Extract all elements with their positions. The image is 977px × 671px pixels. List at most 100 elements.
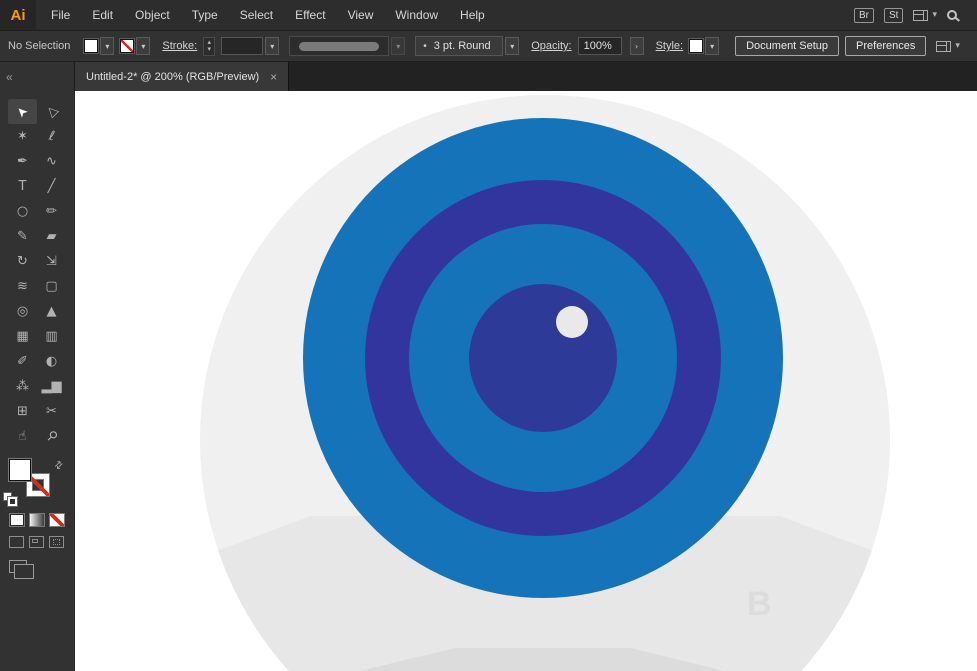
draw-behind-button[interactable] [29,536,44,548]
mesh-tool[interactable]: ▦ [8,324,37,349]
color-type-row [0,509,74,527]
chevron-down-icon: ▾ [100,37,115,55]
swap-fill-stroke-icon[interactable]: ⇄ [52,459,66,473]
free-transform-tool[interactable]: ▢ [37,274,66,299]
eyedropper-tool[interactable]: ✐ [8,349,37,374]
direct-selection-tool[interactable]: ▷ [37,99,66,124]
gradient-icon: ▥ [45,329,58,344]
style-dropdown[interactable]: ▾ [689,37,720,55]
draw-mode-row [0,527,74,548]
pen-tool[interactable]: ✒ [8,149,37,174]
gradient-button[interactable] [29,513,45,527]
lens-highlight-dot[interactable] [556,306,588,338]
gradient-tool[interactable]: ▥ [37,324,66,349]
type-icon: T [18,179,27,194]
chevron-down-icon: ▾ [391,37,406,55]
watermark-text: B [747,585,772,623]
hand-tool[interactable]: ☝ [8,424,37,449]
zoom-tool[interactable]: ⚲ [37,424,66,449]
perspective-grid-icon: ▲ [46,304,57,319]
chevron-down-icon: ▾ [932,10,937,20]
arrange-documents-button[interactable]: ▾ [936,40,960,52]
rotate-tool[interactable]: ↻ [8,249,37,274]
menu-edit[interactable]: Edit [81,0,124,30]
stock-search-icon[interactable] [947,10,957,20]
pencil-icon: ✎ [17,229,28,244]
draw-inside-button[interactable] [49,536,64,548]
symbol-sprayer-icon: ⁂ [16,379,29,394]
stroke-weight-stepper[interactable]: ▴ ▾ [203,36,216,56]
opacity-label[interactable]: Opacity: [531,40,571,52]
chevron-down-icon: ▾ [705,37,720,55]
paintbrush-tool[interactable]: ✏ [37,199,66,224]
stroke-profile-dropdown[interactable]: • 3 pt. Round ▾ [415,36,520,56]
pencil-tool[interactable]: ✎ [8,224,37,249]
shape-builder-tool[interactable]: ◎ [8,299,37,324]
none-button[interactable] [49,513,65,527]
menu-object[interactable]: Object [124,0,181,30]
stroke-weight-label[interactable]: Stroke: [162,40,197,52]
stroke-weight-combo[interactable]: ▾ [221,37,280,55]
chevron-down-icon: ▾ [955,41,960,51]
bridge-button[interactable]: Br [854,7,875,23]
curvature-tool[interactable]: ∿ [37,149,66,174]
selection-cursor-icon: ➤ [13,102,32,121]
menu-type[interactable]: Type [181,0,229,30]
fill-stroke-indicator: ⇄ [0,459,74,509]
artboard-tool[interactable]: ⊞ [8,399,37,424]
collapse-panel-icon[interactable]: « [6,70,13,84]
opacity-input[interactable]: 100% [577,37,622,55]
paintbrush-icon: ✏ [46,204,57,219]
workspace-switcher[interactable]: ▾ [913,9,937,21]
scale-icon: ⇲ [46,254,57,269]
pen-nib-icon: ✒ [17,154,28,169]
document-tab[interactable]: Untitled-2* @ 200% (RGB/Preview) × [75,62,290,91]
type-tool[interactable]: T [8,174,37,199]
stroke-color-dropdown[interactable]: ▾ [120,37,151,55]
eraser-tool[interactable]: ▰ [37,224,66,249]
width-tool[interactable]: ≋ [8,274,37,299]
stock-button[interactable]: St [884,7,904,23]
style-swatch [689,39,704,53]
preferences-button[interactable]: Preferences [845,36,927,56]
direct-selection-cursor-icon: ▷ [42,102,61,121]
slice-tool[interactable]: ✂ [37,399,66,424]
menu-help[interactable]: Help [449,0,496,30]
color-button[interactable] [9,513,25,527]
opacity-options-button[interactable]: › [629,37,644,55]
draw-normal-button[interactable] [9,536,24,548]
symbol-sprayer-tool[interactable]: ⁂ [8,374,37,399]
menu-window[interactable]: Window [384,0,449,30]
line-segment-tool[interactable]: ╱ [37,174,66,199]
menu-select[interactable]: Select [229,0,284,30]
close-tab-icon[interactable]: × [270,70,277,84]
artboard-icon: ⊞ [17,404,28,419]
arrange-documents-icon [936,40,952,52]
tool-list: ➤ ▷ ✶ ℓ ✒ ∿ T ╱ ○ ✏ ✎ ▰ ↻ ⇲ ≋ ▢ ◎ ▲ ▦ ▥ ✐ ◐ ⁂ ▂▆ ⊞ ✂ ☝ ⚲ [0,91,74,449]
document-tab-title: Untitled-2* @ 200% (RGB/Preview) [86,70,260,83]
magic-wand-tool[interactable]: ✶ [8,124,37,149]
fill-indicator[interactable] [9,459,31,481]
ellipse-tool[interactable]: ○ [8,199,37,224]
chevron-down-icon: ▾ [265,37,280,55]
selection-status: No Selection [8,40,71,52]
column-graph-tool[interactable]: ▂▆ [37,374,66,399]
brush-definition-dropdown[interactable]: ▾ [289,36,406,56]
fill-color-dropdown[interactable]: ▾ [84,37,115,55]
chevron-down-icon: ▾ [505,37,520,55]
tools-panel: ➤ ▷ ✶ ℓ ✒ ∿ T ╱ ○ ✏ ✎ ▰ ↻ ⇲ ≋ ▢ ◎ ▲ ▦ ▥ ✐ ◐ ⁂ ▂▆ ⊞ ✂ ☝ ⚲ ⇄ [0,91,75,671]
document-setup-button[interactable]: Document Setup [735,36,840,56]
menu-file[interactable]: File [40,0,81,30]
scale-tool[interactable]: ⇲ [37,249,66,274]
app-logo: Ai [0,0,36,30]
perspective-grid-tool[interactable]: ▲ [37,299,66,324]
canvas[interactable]: B [75,91,977,671]
webcam-lens-center[interactable] [469,284,617,432]
lasso-tool[interactable]: ℓ [37,124,66,149]
menu-view[interactable]: View [337,0,385,30]
menu-effect[interactable]: Effect [284,0,336,30]
change-screen-mode-icon[interactable] [9,560,34,579]
selection-tool[interactable]: ➤ [8,99,37,124]
style-label[interactable]: Style: [656,40,684,52]
blend-tool[interactable]: ◐ [37,349,66,374]
